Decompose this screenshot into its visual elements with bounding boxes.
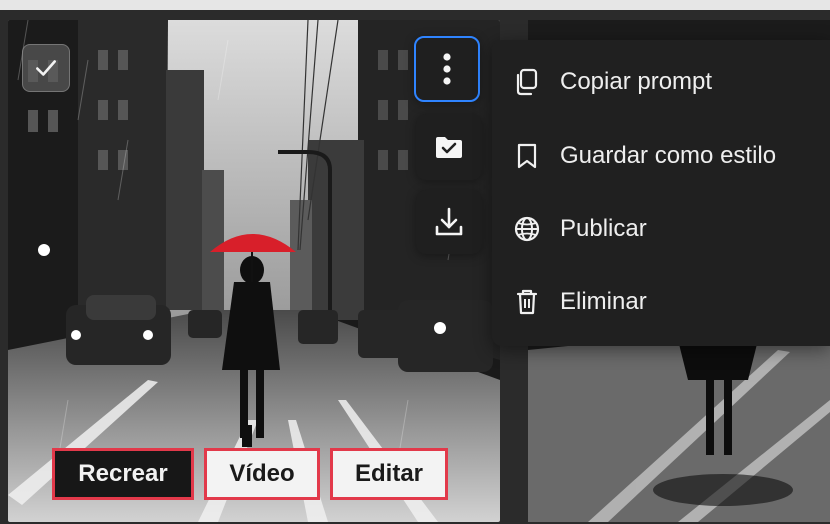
more-vertical-icon [443,53,451,85]
check-icon [36,60,56,76]
top-bar [0,0,830,10]
select-checkbox[interactable] [22,44,70,92]
bookmark-icon [512,141,542,171]
download-icon [435,207,463,236]
menu-item-copy-prompt[interactable]: Copiar prompt [512,54,812,110]
trash-icon [512,287,542,317]
menu-item-delete[interactable]: Eliminar [512,274,812,330]
menu-item-publish[interactable]: Publicar [512,201,812,257]
app-frame: Recrear Vídeo Editar Copiar prompt Guard… [0,0,830,524]
edit-button[interactable]: Editar [330,448,448,500]
globe-icon [512,214,542,244]
download-button[interactable] [416,190,482,254]
more-options-button[interactable] [414,36,480,102]
video-button[interactable]: Vídeo [204,448,320,500]
menu-item-label: Eliminar [560,288,647,315]
copy-icon [512,67,542,97]
save-to-folder-button[interactable] [416,114,482,180]
menu-item-label: Publicar [560,215,647,242]
recreate-button[interactable]: Recrear [52,448,194,500]
menu-item-label: Guardar como estilo [560,142,777,169]
folder-check-icon [436,137,462,158]
menu-item-save-style[interactable]: Guardar como estilo [512,128,812,184]
more-options-menu: Copiar prompt Guardar como estilo Public… [492,40,830,346]
menu-item-label: Copiar prompt [560,68,713,95]
